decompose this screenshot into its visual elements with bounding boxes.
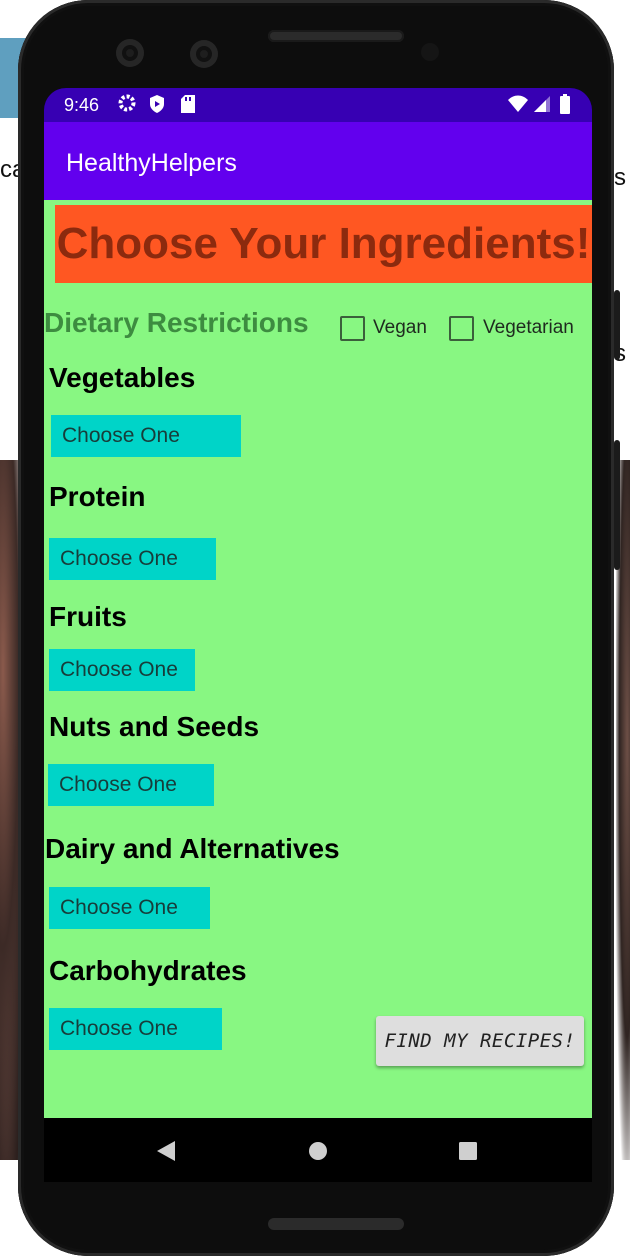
page-banner: Choose Your Ingredients! <box>55 205 592 283</box>
front-camera <box>190 40 218 68</box>
play-protect-icon <box>148 94 166 119</box>
recents-icon[interactable] <box>458 1141 478 1166</box>
section-title-vegetables: Vegetables <box>49 362 196 393</box>
proximity-sensor <box>421 43 439 61</box>
earpiece-speaker <box>268 30 404 42</box>
volume-button[interactable] <box>614 440 620 570</box>
main-content: Choose Your Ingredients! Dietary Restric… <box>44 200 592 1118</box>
cell-signal-icon <box>533 95 551 118</box>
vegetarian-checkbox[interactable] <box>449 316 474 341</box>
settings-gear-icon <box>117 93 137 118</box>
vegan-checkbox[interactable] <box>340 316 365 341</box>
back-icon[interactable] <box>156 1140 176 1167</box>
bottom-speaker <box>268 1218 404 1230</box>
section-title-carbohydrates: Carbohydrates <box>49 955 247 986</box>
fruits-spinner[interactable]: Choose One <box>49 649 195 691</box>
vegetables-spinner[interactable]: Choose One <box>51 415 241 457</box>
home-icon[interactable] <box>308 1141 328 1166</box>
vegan-checkbox-label[interactable]: Vegan <box>373 317 427 339</box>
section-title-nuts-and-seeds: Nuts and Seeds <box>49 711 260 742</box>
status-time: 9:46 <box>64 95 100 115</box>
status-bar: 9:46 <box>44 88 592 122</box>
section-title-dairy-and-alternatives: Dairy and Alternatives <box>45 833 340 864</box>
section-title-fruits: Fruits <box>49 601 127 632</box>
vegetarian-checkbox-label[interactable]: Vegetarian <box>483 317 574 339</box>
dietary-restrictions-label: Dietary Restrictions <box>44 307 309 338</box>
app-title: HealthyHelpers <box>66 149 237 177</box>
sd-card-icon <box>180 94 196 119</box>
protein-spinner[interactable]: Choose One <box>49 538 216 580</box>
power-button[interactable] <box>614 290 620 360</box>
nuts-and-seeds-spinner[interactable]: Choose One <box>48 764 214 806</box>
dairy-and-alternatives-spinner[interactable]: Choose One <box>49 887 210 929</box>
section-title-protein: Protein <box>49 481 146 512</box>
front-camera <box>116 39 144 67</box>
find-my-recipes-button[interactable]: FIND MY RECIPES! <box>376 1016 584 1066</box>
device-screen: 9:46 HealthyHelpers Choose Your Ingredie… <box>44 88 592 1182</box>
background-text-fragment: s <box>614 164 626 191</box>
battery-icon <box>559 94 571 119</box>
navigation-bar <box>44 1118 592 1182</box>
carbohydrates-spinner[interactable]: Choose One <box>49 1008 222 1050</box>
app-bar: HealthyHelpers <box>44 122 592 200</box>
wifi-icon <box>507 95 529 118</box>
